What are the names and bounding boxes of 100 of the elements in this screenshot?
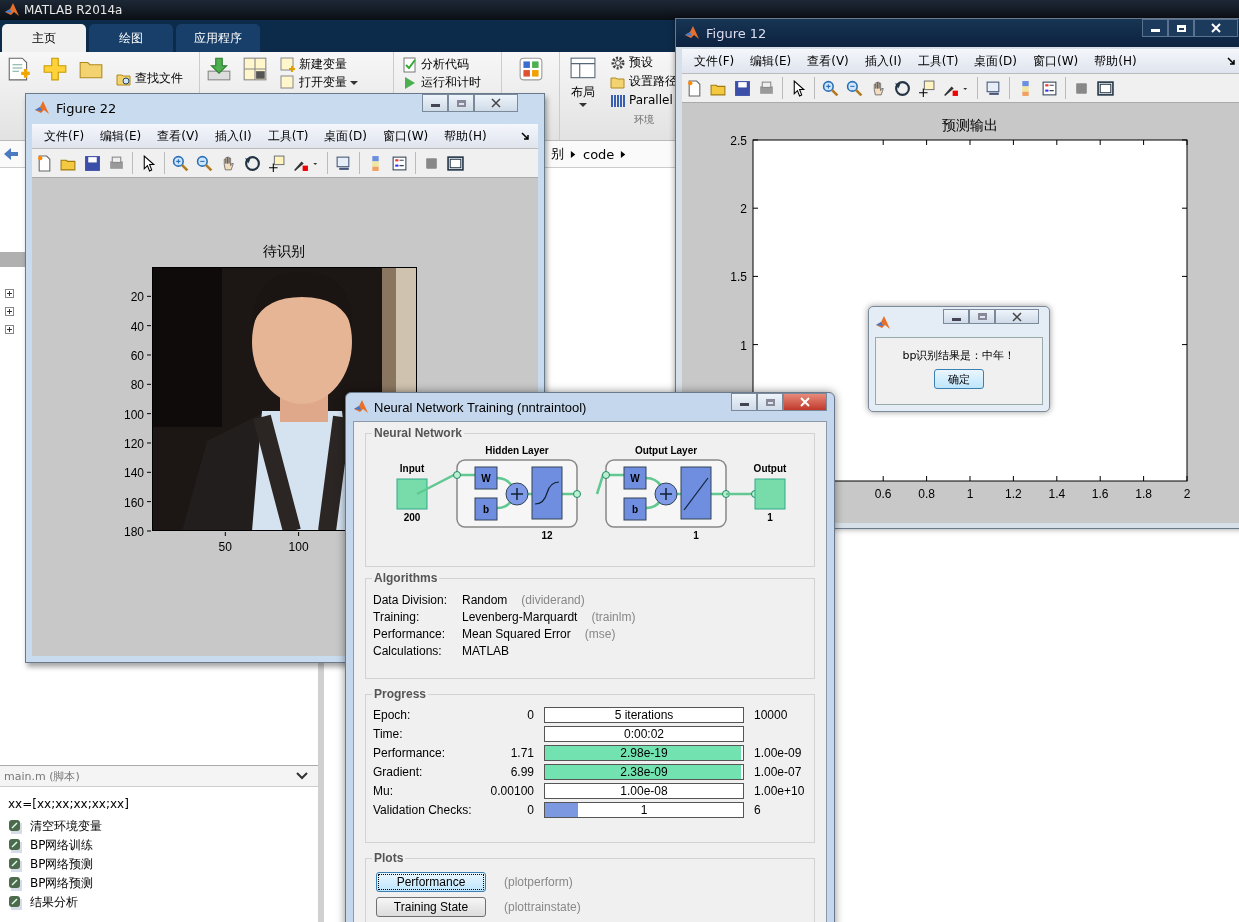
import-icon[interactable] <box>206 56 232 82</box>
path-segment[interactable]: 别 <box>551 145 564 163</box>
caret-icon <box>350 80 358 85</box>
details-header[interactable]: main.m (脚本) <box>0 766 318 787</box>
layer-size: 1 <box>693 530 699 541</box>
print-icon[interactable] <box>758 79 775 97</box>
expand-icon[interactable] <box>5 307 14 316</box>
save-icon[interactable] <box>84 154 101 172</box>
menu-item[interactable]: 编辑(E) <box>92 127 150 145</box>
x-tick-label: 100 <box>288 531 309 554</box>
layout-button[interactable]: 布局 <box>566 56 600 107</box>
menu-item[interactable]: 工具(T) <box>909 52 967 70</box>
window-title: Figure 22 <box>56 100 117 116</box>
dock-arrow-icon[interactable] <box>1226 56 1236 66</box>
print-icon[interactable] <box>108 154 125 172</box>
input-node <box>396 478 428 510</box>
ribbon-tab[interactable]: 应用程序 <box>176 24 260 52</box>
layer-size: 12 <box>541 530 553 541</box>
menu-item[interactable]: 编辑(E) <box>742 52 800 70</box>
close-button[interactable] <box>783 393 827 411</box>
zoom-in-icon[interactable] <box>172 154 189 172</box>
ok-button[interactable]: 确定 <box>934 369 984 389</box>
start-value: 0.00100 <box>490 784 534 798</box>
close-button[interactable] <box>995 309 1039 324</box>
link-plot-icon[interactable] <box>335 154 352 172</box>
new-file-icon[interactable] <box>686 79 703 97</box>
minimize-button[interactable] <box>943 309 969 324</box>
y-tick-label: 1.5 <box>730 270 747 285</box>
menu-item[interactable]: 桌面(D) <box>316 127 375 145</box>
menu-item[interactable]: 窗口(W) <box>375 127 437 145</box>
menu-item[interactable]: 插入(I) <box>206 127 260 145</box>
zoom-in-icon[interactable] <box>822 79 839 97</box>
x-tick-label: 1.6 <box>1091 487 1109 501</box>
menu-item[interactable]: 桌面(D) <box>966 52 1025 70</box>
find-files-button[interactable]: 查找文件 <box>114 70 185 87</box>
menu-item[interactable]: 窗口(W) <box>1025 52 1087 70</box>
save-icon[interactable] <box>734 79 751 97</box>
algorithm-label: Performance: <box>373 627 447 641</box>
expand-icon[interactable] <box>5 289 14 298</box>
menu-item[interactable]: 插入(I) <box>856 52 910 70</box>
dock-arrow-icon[interactable] <box>520 131 530 141</box>
new-variable-button[interactable]: 新建变量 <box>278 56 360 73</box>
close-button[interactable] <box>1194 19 1238 37</box>
window-icon[interactable] <box>447 154 464 172</box>
plot-button[interactable]: Performance <box>376 872 486 892</box>
new-file-icon[interactable] <box>36 154 53 172</box>
legend-icon[interactable] <box>391 154 408 172</box>
menu-item[interactable]: 查看(V) <box>149 127 207 145</box>
target-value: 6 <box>754 803 761 817</box>
window-icon[interactable] <box>1097 79 1114 97</box>
zoom-out-icon[interactable] <box>196 154 213 172</box>
progress-label: Mu: <box>373 784 394 798</box>
simulink-icon[interactable] <box>517 56 544 82</box>
menu-item[interactable]: 查看(V) <box>799 52 857 70</box>
ribbon-tab[interactable]: 绘图 <box>89 24 173 52</box>
section-icon <box>8 818 24 835</box>
section-title[interactable]: BP网络预测 <box>30 856 94 873</box>
preferences-button[interactable]: 预设 <box>608 54 679 71</box>
ribbon-tab[interactable]: 主页 <box>2 24 86 52</box>
menu-item[interactable]: 帮助(H) <box>1086 52 1145 70</box>
section-title[interactable]: BP网络预测 <box>30 875 94 892</box>
function-name: (plottrainstate) <box>504 900 581 914</box>
new-script-icon[interactable] <box>6 56 32 82</box>
parallel-button[interactable]: Parallel <box>608 92 679 109</box>
function-name: (plotperform) <box>504 875 573 889</box>
x-tick-label: 1 <box>966 487 974 501</box>
breadcrumb-arrow-icon[interactable] <box>620 149 628 159</box>
menu-item[interactable]: 文件(F) <box>686 52 743 70</box>
maximize-button[interactable] <box>1168 19 1194 37</box>
legend-icon[interactable] <box>1041 79 1058 97</box>
section-title[interactable]: BP网络训练 <box>30 837 94 854</box>
link-plot-icon[interactable] <box>985 79 1002 97</box>
expand-icon[interactable] <box>5 325 14 334</box>
data-cursor-icon[interactable] <box>268 154 285 172</box>
progress-label: Gradient: <box>373 765 424 779</box>
menu-item[interactable]: 文件(F) <box>36 127 93 145</box>
breadcrumb-arrow-icon[interactable] <box>570 149 577 159</box>
section-title[interactable]: 清空环境变量 <box>30 818 102 835</box>
menu-item[interactable]: 工具(T) <box>259 127 317 145</box>
section-title[interactable]: 结果分析 <box>30 894 78 911</box>
data-cursor-icon[interactable] <box>918 79 935 97</box>
menu-item[interactable]: 帮助(H) <box>436 127 495 145</box>
y-tick-label: 60 <box>130 349 152 363</box>
rotate-icon[interactable] <box>244 154 261 172</box>
y-tick-label: 2.5 <box>730 134 747 148</box>
zoom-out-icon[interactable] <box>846 79 863 97</box>
path-segment[interactable]: code <box>583 146 615 162</box>
minimize-button[interactable] <box>731 393 757 411</box>
group-title: Neural Network <box>373 426 464 440</box>
minimize-button[interactable] <box>422 94 448 112</box>
function-name: (dividerand) <box>521 593 585 607</box>
workspace-icon[interactable] <box>242 56 268 82</box>
rotate-icon[interactable] <box>894 79 911 97</box>
weight-box <box>474 466 498 490</box>
minimize-button[interactable] <box>1142 19 1168 37</box>
back-arrow-icon[interactable] <box>3 146 19 162</box>
analyze-code-button[interactable]: 分析代码 <box>400 56 483 73</box>
plot-button[interactable]: Training State <box>376 897 486 917</box>
open-variable-button[interactable]: 打开变量 <box>278 74 360 91</box>
run-and-time-button[interactable]: 运行和计时 <box>400 74 483 91</box>
